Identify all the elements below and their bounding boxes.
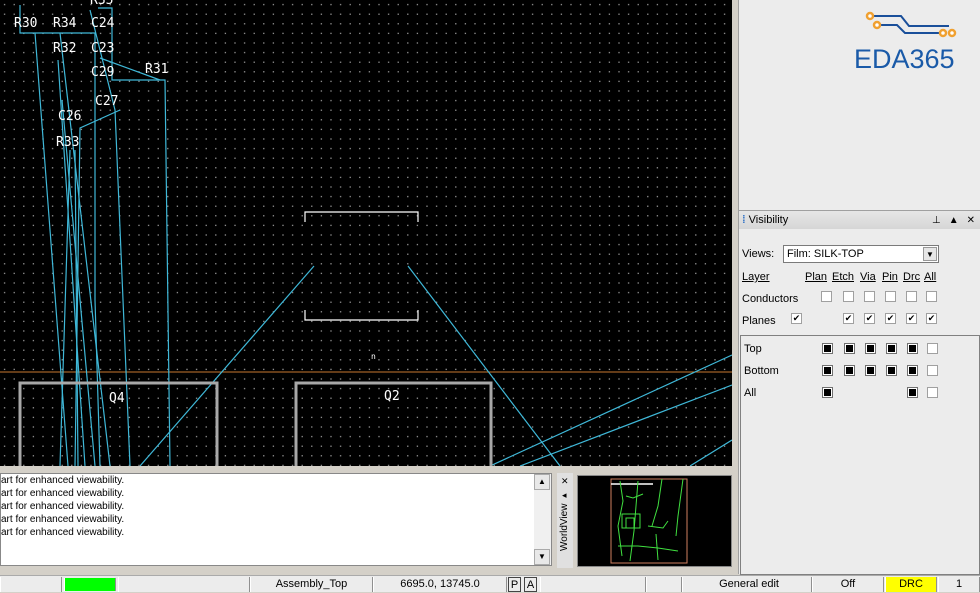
drc-status[interactable]: DRC bbox=[885, 577, 937, 592]
visibility-checkbox[interactable]: ✔ bbox=[926, 313, 937, 324]
close-icon[interactable]: ✕ bbox=[561, 476, 569, 487]
visibility-checkbox[interactable] bbox=[865, 343, 876, 354]
worldview-minimap[interactable] bbox=[577, 475, 732, 567]
visibility-checkbox[interactable] bbox=[822, 387, 833, 398]
eda365-logo: EDA365 bbox=[851, 8, 976, 74]
ref-label: C26 bbox=[58, 109, 81, 124]
scroll-down-button[interactable]: ▼ bbox=[534, 549, 550, 565]
layer-label-all: All bbox=[744, 387, 757, 399]
a-toggle[interactable]: A bbox=[524, 577, 537, 592]
ref-label: R35 bbox=[90, 0, 113, 8]
status-empty bbox=[540, 577, 646, 592]
edit-mode: General edit bbox=[682, 577, 812, 592]
views-value: Film: SILK-TOP bbox=[787, 248, 864, 260]
ref-label: R34 bbox=[53, 16, 77, 31]
visibility-panel: ⁞ Visibility ⊥ ▲ ✕ Views: Film: SILK-TOP ▼ … bbox=[739, 210, 980, 575]
visibility-checkbox[interactable] bbox=[907, 387, 918, 398]
visibility-titlebar: ⁞ Visibility ⊥ ▲ ✕ bbox=[739, 211, 980, 229]
visibility-checkbox[interactable]: ✔ bbox=[885, 313, 896, 324]
row-label-planes: Planes bbox=[742, 315, 776, 327]
visibility-checkbox[interactable]: ✔ bbox=[843, 313, 854, 324]
layer-list: Top Bottom All bbox=[740, 335, 980, 575]
visibility-checkbox[interactable]: ✔ bbox=[906, 313, 917, 324]
visibility-checkbox[interactable] bbox=[927, 343, 938, 354]
ref-label: C23 bbox=[91, 41, 114, 56]
visibility-checkbox[interactable] bbox=[907, 365, 918, 376]
snap-status: Off bbox=[812, 577, 884, 592]
col-plan[interactable]: Plan bbox=[805, 271, 827, 283]
right-panel: EDA365 ⁞ Visibility ⊥ ▲ ✕ Views: Film: SIL… bbox=[738, 0, 980, 575]
visibility-checkbox[interactable] bbox=[865, 365, 876, 376]
ref-label: R32 bbox=[53, 41, 76, 56]
close-icon[interactable]: ✕ bbox=[967, 215, 975, 226]
visibility-checkbox[interactable] bbox=[886, 343, 897, 354]
pcb-canvas[interactable]: R35 R30 R34 C24 R32 C23 C29 R31 C27 C26 … bbox=[0, 0, 732, 466]
status-bar: Assembly_Top 6695.0, 13745.0 P A General… bbox=[0, 575, 980, 592]
ref-label: R33 bbox=[56, 135, 79, 150]
status-indicator bbox=[64, 578, 116, 591]
log-line: art for enhanced viewability. bbox=[1, 514, 125, 525]
worldview-tab[interactable]: ✕ ◂ WorldView bbox=[557, 473, 573, 568]
worldview-title: WorldView bbox=[559, 503, 570, 551]
visibility-checkbox[interactable] bbox=[864, 291, 875, 302]
component-label: Q4 bbox=[109, 391, 125, 406]
log-line: art for enhanced viewability. bbox=[1, 475, 125, 486]
collapse-icon[interactable]: ▲ bbox=[949, 215, 959, 226]
component-label: Q2 bbox=[384, 389, 400, 404]
ref-label: n bbox=[371, 352, 376, 361]
ref-label: C24 bbox=[91, 16, 115, 31]
log-scrollbar[interactable]: ▲ ▼ bbox=[534, 474, 551, 565]
visibility-checkbox[interactable] bbox=[927, 387, 938, 398]
visibility-checkbox[interactable] bbox=[886, 365, 897, 376]
layer-header: Layer bbox=[742, 271, 770, 283]
chevron-down-icon: ▼ bbox=[923, 247, 937, 261]
layer-label-bottom: Bottom bbox=[744, 365, 779, 377]
pin-icon[interactable]: ⊥ bbox=[932, 215, 941, 226]
status-count: 1 bbox=[938, 577, 980, 592]
visibility-checkbox[interactable]: ✔ bbox=[791, 313, 802, 324]
visibility-checkbox[interactable] bbox=[907, 343, 918, 354]
cursor-coords: 6695.0, 13745.0 bbox=[373, 577, 507, 592]
views-dropdown[interactable]: Film: SILK-TOP ▼ bbox=[783, 245, 939, 263]
logo-text: EDA365 bbox=[854, 44, 955, 70]
visibility-checkbox[interactable] bbox=[822, 343, 833, 354]
col-drc[interactable]: Drc bbox=[903, 271, 920, 283]
panel-title: Visibility bbox=[748, 214, 789, 226]
arrow-left-icon[interactable]: ◂ bbox=[562, 490, 567, 501]
visibility-checkbox[interactable] bbox=[926, 291, 937, 302]
visibility-checkbox[interactable] bbox=[906, 291, 917, 302]
col-via[interactable]: Via bbox=[860, 271, 876, 283]
visibility-checkbox[interactable] bbox=[844, 365, 855, 376]
command-log[interactable]: art for enhanced viewability. art for en… bbox=[0, 473, 552, 566]
layer-label-top: Top bbox=[744, 343, 762, 355]
ref-label: C27 bbox=[95, 94, 118, 109]
status-empty bbox=[118, 577, 250, 592]
log-line: art for enhanced viewability. bbox=[1, 488, 125, 499]
col-etch[interactable]: Etch bbox=[832, 271, 854, 283]
visibility-checkbox[interactable]: ✔ bbox=[864, 313, 875, 324]
status-empty bbox=[0, 577, 62, 592]
visibility-checkbox[interactable] bbox=[844, 343, 855, 354]
scroll-up-button[interactable]: ▲ bbox=[534, 474, 550, 490]
ref-label: C29 bbox=[91, 65, 114, 80]
row-label-conductors: Conductors bbox=[742, 293, 799, 305]
ref-label: R31 bbox=[145, 62, 168, 77]
visibility-checkbox[interactable] bbox=[927, 365, 938, 376]
status-empty bbox=[646, 577, 682, 592]
visibility-checkbox[interactable] bbox=[885, 291, 896, 302]
grip-icon[interactable]: ⁞ bbox=[742, 214, 746, 226]
log-line: art for enhanced viewability. bbox=[1, 501, 125, 512]
visibility-checkbox[interactable] bbox=[843, 291, 854, 302]
log-line: art for enhanced viewability. bbox=[1, 527, 125, 538]
col-all[interactable]: All bbox=[924, 271, 936, 283]
col-pin[interactable]: Pin bbox=[882, 271, 898, 283]
ref-label: R30 bbox=[14, 16, 37, 31]
p-toggle[interactable]: P bbox=[508, 577, 521, 592]
views-label: Views: bbox=[742, 248, 775, 260]
visibility-checkbox[interactable] bbox=[821, 291, 832, 302]
active-layer: Assembly_Top bbox=[250, 577, 373, 592]
visibility-checkbox[interactable] bbox=[822, 365, 833, 376]
